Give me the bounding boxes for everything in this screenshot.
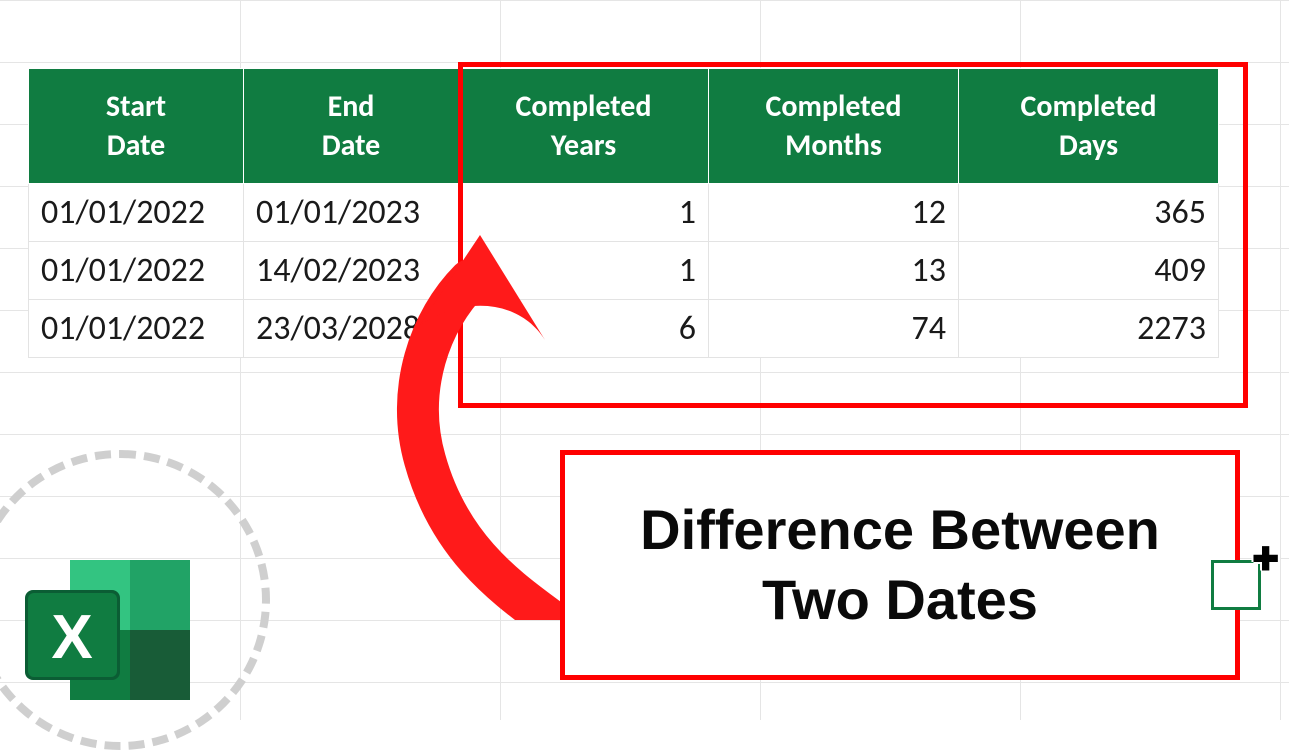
cell-start-date[interactable]: 01/01/2022 bbox=[29, 184, 244, 242]
cell-start-date[interactable]: 01/01/2022 bbox=[29, 242, 244, 300]
title-callout: Difference Between Two Dates bbox=[560, 450, 1240, 680]
cell-start-date[interactable]: 01/01/2022 bbox=[29, 300, 244, 358]
title-line1: Difference Between bbox=[640, 495, 1160, 565]
header-end-date[interactable]: EndDate bbox=[244, 69, 459, 184]
excel-icon: X bbox=[20, 550, 200, 710]
svg-text:X: X bbox=[51, 603, 92, 672]
header-start-date[interactable]: StartDate bbox=[29, 69, 244, 184]
cell-cursor-icon: ✚ bbox=[1252, 540, 1279, 579]
title-line2: Two Dates bbox=[762, 565, 1038, 635]
excel-logo-badge: X bbox=[0, 450, 270, 750]
